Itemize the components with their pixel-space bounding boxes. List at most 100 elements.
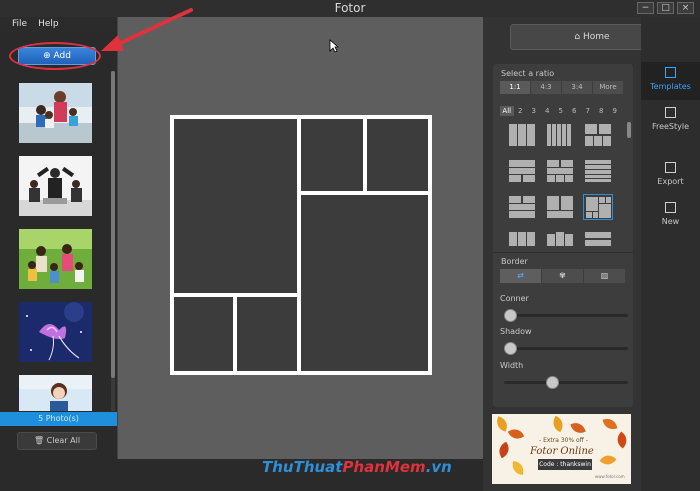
woman-photo-image — [19, 375, 92, 411]
close-button[interactable]: × — [677, 2, 694, 14]
border-texture-tab[interactable]: ▨ — [584, 269, 625, 283]
template-option[interactable] — [583, 158, 613, 184]
shadow-slider-knob[interactable] — [504, 342, 517, 355]
thumbnail-woman-photo[interactable] — [19, 375, 92, 411]
maximize-button[interactable]: □ — [657, 2, 674, 14]
count-7[interactable]: 7 — [581, 106, 595, 116]
template-option[interactable] — [545, 194, 575, 220]
width-slider[interactable] — [504, 376, 628, 389]
mouse-cursor-icon — [329, 39, 339, 53]
nav-freestyle[interactable]: FreeStyle — [641, 102, 700, 140]
template-option-selected[interactable] — [583, 194, 613, 220]
collage-cell-4[interactable] — [301, 195, 428, 371]
highlight-ring — [9, 42, 101, 70]
ratio-1-1[interactable]: 1:1 — [500, 81, 530, 94]
fotor-app: Fotor − □ × File Help ⊕ Add 5 Photo(s) 🗑… — [0, 0, 700, 491]
photo-panel: ⊕ Add 5 Photo(s) 🗑 Clear All — [0, 31, 117, 459]
border-pattern-tab[interactable]: ✾ — [542, 269, 583, 283]
thumbnail-scrollbar-thumb[interactable] — [111, 71, 115, 378]
minimize-button[interactable]: − — [637, 2, 654, 14]
count-2[interactable]: 2 — [514, 106, 528, 116]
count-6[interactable]: 6 — [568, 106, 582, 116]
ad-url: www.fotor.com — [595, 474, 625, 479]
window-controls: − □ × — [637, 2, 694, 14]
templates-icon — [665, 67, 676, 78]
family-photo-image — [19, 83, 92, 143]
new-collage-icon — [665, 202, 676, 213]
collage-canvas-area[interactable] — [117, 17, 483, 459]
border-settings-tab[interactable]: ⇄ — [500, 269, 541, 283]
side-navigation: Templates FreeStyle Export New — [641, 17, 700, 491]
ratio-3-4[interactable]: 3:4 — [562, 81, 592, 94]
clear-all-label: Clear All — [46, 436, 81, 445]
nav-export[interactable]: Export — [641, 157, 700, 195]
thumbnail-outdoor-photo[interactable] — [19, 229, 92, 289]
corner-slider-knob[interactable] — [504, 309, 517, 322]
template-option[interactable] — [507, 230, 537, 246]
template-option[interactable] — [545, 158, 575, 184]
texture-icon: ▨ — [600, 271, 609, 280]
photo-count-filter: All 2 3 4 5 6 7 8 9 — [500, 106, 622, 116]
template-option[interactable] — [507, 158, 537, 184]
business-photo-image — [19, 156, 92, 216]
sliders-icon: ⇄ — [517, 271, 524, 280]
flower-photo-image — [19, 302, 92, 362]
home-button-label: Home — [583, 32, 610, 42]
shadow-slider[interactable] — [504, 342, 628, 355]
template-option[interactable] — [583, 230, 613, 246]
template-option[interactable] — [545, 230, 575, 246]
ad-discount-tag: - Extra 30% off - — [539, 437, 588, 444]
count-9[interactable]: 9 — [608, 106, 622, 116]
count-all[interactable]: All — [500, 106, 514, 116]
width-label: Width — [500, 361, 524, 370]
collage-cell-6[interactable] — [237, 297, 297, 371]
menu-file[interactable]: File — [12, 17, 27, 31]
count-3[interactable]: 3 — [527, 106, 541, 116]
freestyle-icon — [665, 107, 676, 118]
thumbnail-scrollbar[interactable] — [111, 71, 115, 411]
collage-cell-1[interactable] — [174, 119, 297, 293]
export-icon — [665, 162, 676, 173]
thumbnail-family-photo[interactable] — [19, 83, 92, 143]
nav-new[interactable]: New — [641, 197, 700, 235]
border-label: Border — [501, 257, 528, 266]
width-slider-knob[interactable] — [546, 376, 560, 389]
photo-count-bar: 5 Photo(s) — [0, 412, 117, 426]
collage-cell-2[interactable] — [301, 119, 363, 191]
corner-label: Conner — [500, 294, 529, 303]
flower-pattern-icon: ✾ — [559, 271, 566, 280]
home-icon: ⌂ — [574, 32, 581, 42]
corner-slider[interactable] — [504, 309, 628, 322]
outdoor-photo-image — [19, 229, 92, 289]
section-divider — [493, 252, 633, 253]
thumbnail-business-photo[interactable] — [19, 156, 92, 216]
collage-frame[interactable] — [170, 115, 432, 375]
template-option[interactable] — [583, 122, 613, 148]
nav-templates[interactable]: Templates — [641, 62, 700, 100]
menu-help[interactable]: Help — [38, 17, 59, 31]
ratio-selector: 1:1 4:3 3:4 More — [500, 81, 623, 94]
trash-icon: 🗑 — [33, 436, 45, 445]
thumbnail-flower-photo[interactable] — [19, 302, 92, 362]
ad-code-badge: Code : thankswin — [538, 459, 592, 470]
annotation-arrow-icon — [101, 8, 193, 51]
ratio-4-3[interactable]: 4:3 — [531, 81, 561, 94]
watermark-text: ThuThuatPhanMem.vn — [262, 458, 452, 476]
collage-cell-3[interactable] — [367, 119, 428, 191]
count-4[interactable]: 4 — [541, 106, 555, 116]
template-option[interactable] — [507, 122, 537, 148]
template-options: Select a ratio 1:1 4:3 3:4 More All 2 3 … — [493, 64, 633, 407]
collage-cell-5[interactable] — [174, 297, 233, 371]
shadow-label: Shadow — [500, 327, 532, 336]
fotor-online-ad[interactable]: - Extra 30% off - Fotor Online Code : th… — [492, 414, 631, 484]
template-option[interactable] — [545, 122, 575, 148]
count-5[interactable]: 5 — [554, 106, 568, 116]
template-scrollbar[interactable] — [627, 122, 631, 138]
template-option[interactable] — [507, 194, 537, 220]
ad-title: Fotor Online — [530, 446, 594, 457]
ratio-more[interactable]: More — [593, 81, 623, 94]
count-8[interactable]: 8 — [595, 106, 609, 116]
border-tabs: ⇄ ✾ ▨ — [500, 269, 625, 283]
clear-all-button[interactable]: 🗑 Clear All — [17, 432, 97, 450]
template-settings-panel: ⌂ Home Select a ratio 1:1 4:3 3:4 More A… — [483, 17, 674, 491]
